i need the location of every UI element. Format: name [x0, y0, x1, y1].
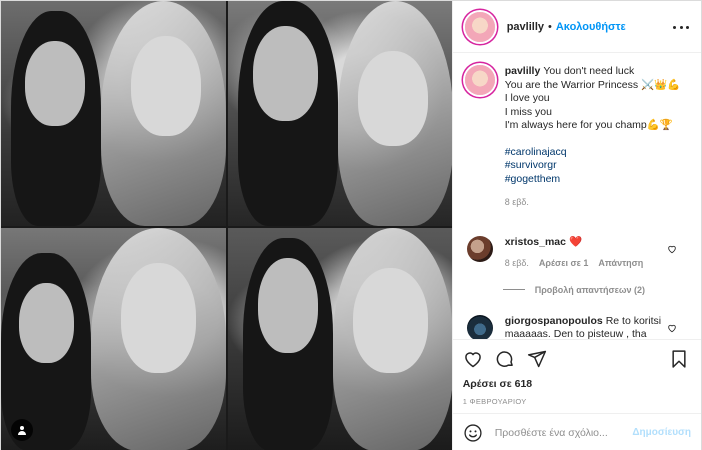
reply-button[interactable]: Απάντηση [598, 257, 643, 271]
share-icon[interactable] [527, 349, 547, 369]
photo-detail [258, 258, 318, 353]
caption-line: You don't need luck [543, 65, 635, 77]
photo-detail [121, 263, 196, 373]
photo-tile-top-left [1, 1, 226, 226]
user-tag-icon[interactable] [11, 419, 33, 441]
post-header: pavlilly • Ακολουθήστε [452, 1, 701, 53]
caption-text: pavlilly You don't need luck You are the … [505, 65, 681, 210]
hashtag-link[interactable]: #survivorgr [505, 159, 681, 173]
follow-button[interactable]: Ακολουθήστε [556, 21, 626, 33]
comment-icon[interactable] [495, 349, 515, 369]
comment-body: xristos_mac ❤️ 8 εβδ. Αρέσει σε 1 Απάντησ… [505, 236, 665, 271]
header-username[interactable]: pavlilly [507, 21, 544, 33]
heart-icon[interactable] [463, 349, 483, 369]
comment-input[interactable] [494, 426, 633, 439]
comment-body: giorgospanopoulos Re to koritsi maaaaas. … [505, 315, 665, 340]
post-date[interactable]: 1 ΦΕΒΡΟΥΑΡΙΟΥ [463, 397, 689, 406]
hashtag-link[interactable]: #carolinajacq [505, 146, 681, 160]
comment-likes[interactable]: Αρέσει σε 1 [539, 257, 589, 271]
emoji-icon: 💪🏆 [646, 119, 673, 131]
avatar[interactable] [466, 235, 493, 262]
comment-meta: 8 εβδ. Αρέσει σε 1 Απάντηση [505, 257, 665, 271]
emoji-icon[interactable] [463, 423, 483, 443]
post-photo[interactable] [1, 1, 452, 450]
comment-timestamp[interactable]: 8 εβδ. [505, 257, 529, 271]
action-icons [463, 348, 689, 370]
separator-dot: • [548, 20, 552, 33]
caption-line: You are the Warrior Princess [504, 78, 642, 91]
caption-line: I love you [504, 92, 550, 104]
more-options-icon[interactable] [673, 21, 689, 33]
view-replies-label: Προβολή απαντήσεων (2) [534, 284, 646, 295]
caption-username[interactable]: pavlilly [505, 65, 541, 77]
photo-tile-top-right [228, 1, 452, 226]
caption-line: I'm always here for you champ [504, 119, 647, 131]
photo-detail [358, 51, 428, 146]
add-comment-bar: Δημοσίευση [452, 413, 701, 450]
view-replies-button[interactable]: Προβολή απαντήσεων (2) [502, 284, 689, 295]
photo-detail [353, 268, 428, 373]
avatar[interactable] [464, 11, 495, 42]
post-actions: Αρέσει σε 618 1 ΦΕΒΡΟΥΑΡΙΟΥ [452, 339, 701, 406]
comment-username[interactable]: giorgospanopoulos [505, 315, 603, 327]
comment-text: ❤️ [569, 235, 583, 248]
emoji-icon: ⚔️👑💪 [641, 78, 681, 91]
avatar[interactable] [466, 314, 493, 339]
post-side-panel: pavlilly • Ακολουθήστε pavlilly You don't… [451, 1, 701, 450]
photo-detail [253, 26, 318, 121]
photo-detail [131, 36, 201, 136]
instagram-post-modal: pavlilly • Ακολουθήστε pavlilly You don't… [0, 0, 702, 450]
heart-icon[interactable] [667, 244, 677, 254]
bookmark-icon[interactable] [669, 349, 689, 369]
likes-count[interactable]: Αρέσει σε 618 [463, 378, 689, 390]
comments-list[interactable]: pavlilly You don't need luck You are the … [453, 53, 701, 339]
avatar[interactable] [464, 65, 495, 95]
comment-item: xristos_mac ❤️ 8 εβδ. Αρέσει σε 1 Απάντησ… [463, 235, 689, 271]
caption-line: I miss you [504, 105, 552, 118]
post-comment-button[interactable]: Δημοσίευση [632, 427, 691, 438]
caption-timestamp[interactable]: 8 εβδ. [505, 196, 681, 210]
comment-username[interactable]: xristos_mac [505, 236, 566, 248]
comment-item: giorgospanopoulos Re to koritsi maaaaas. … [463, 314, 689, 340]
photo-detail [25, 41, 85, 126]
divider [502, 289, 525, 290]
caption: pavlilly You don't need luck You are the … [463, 65, 689, 210]
heart-icon[interactable] [667, 323, 677, 333]
photo-tile-bottom-left [1, 228, 226, 450]
hashtag-link[interactable]: #gogetthem [505, 173, 681, 187]
photo-detail [19, 283, 74, 363]
photo-tile-bottom-right [228, 228, 452, 450]
